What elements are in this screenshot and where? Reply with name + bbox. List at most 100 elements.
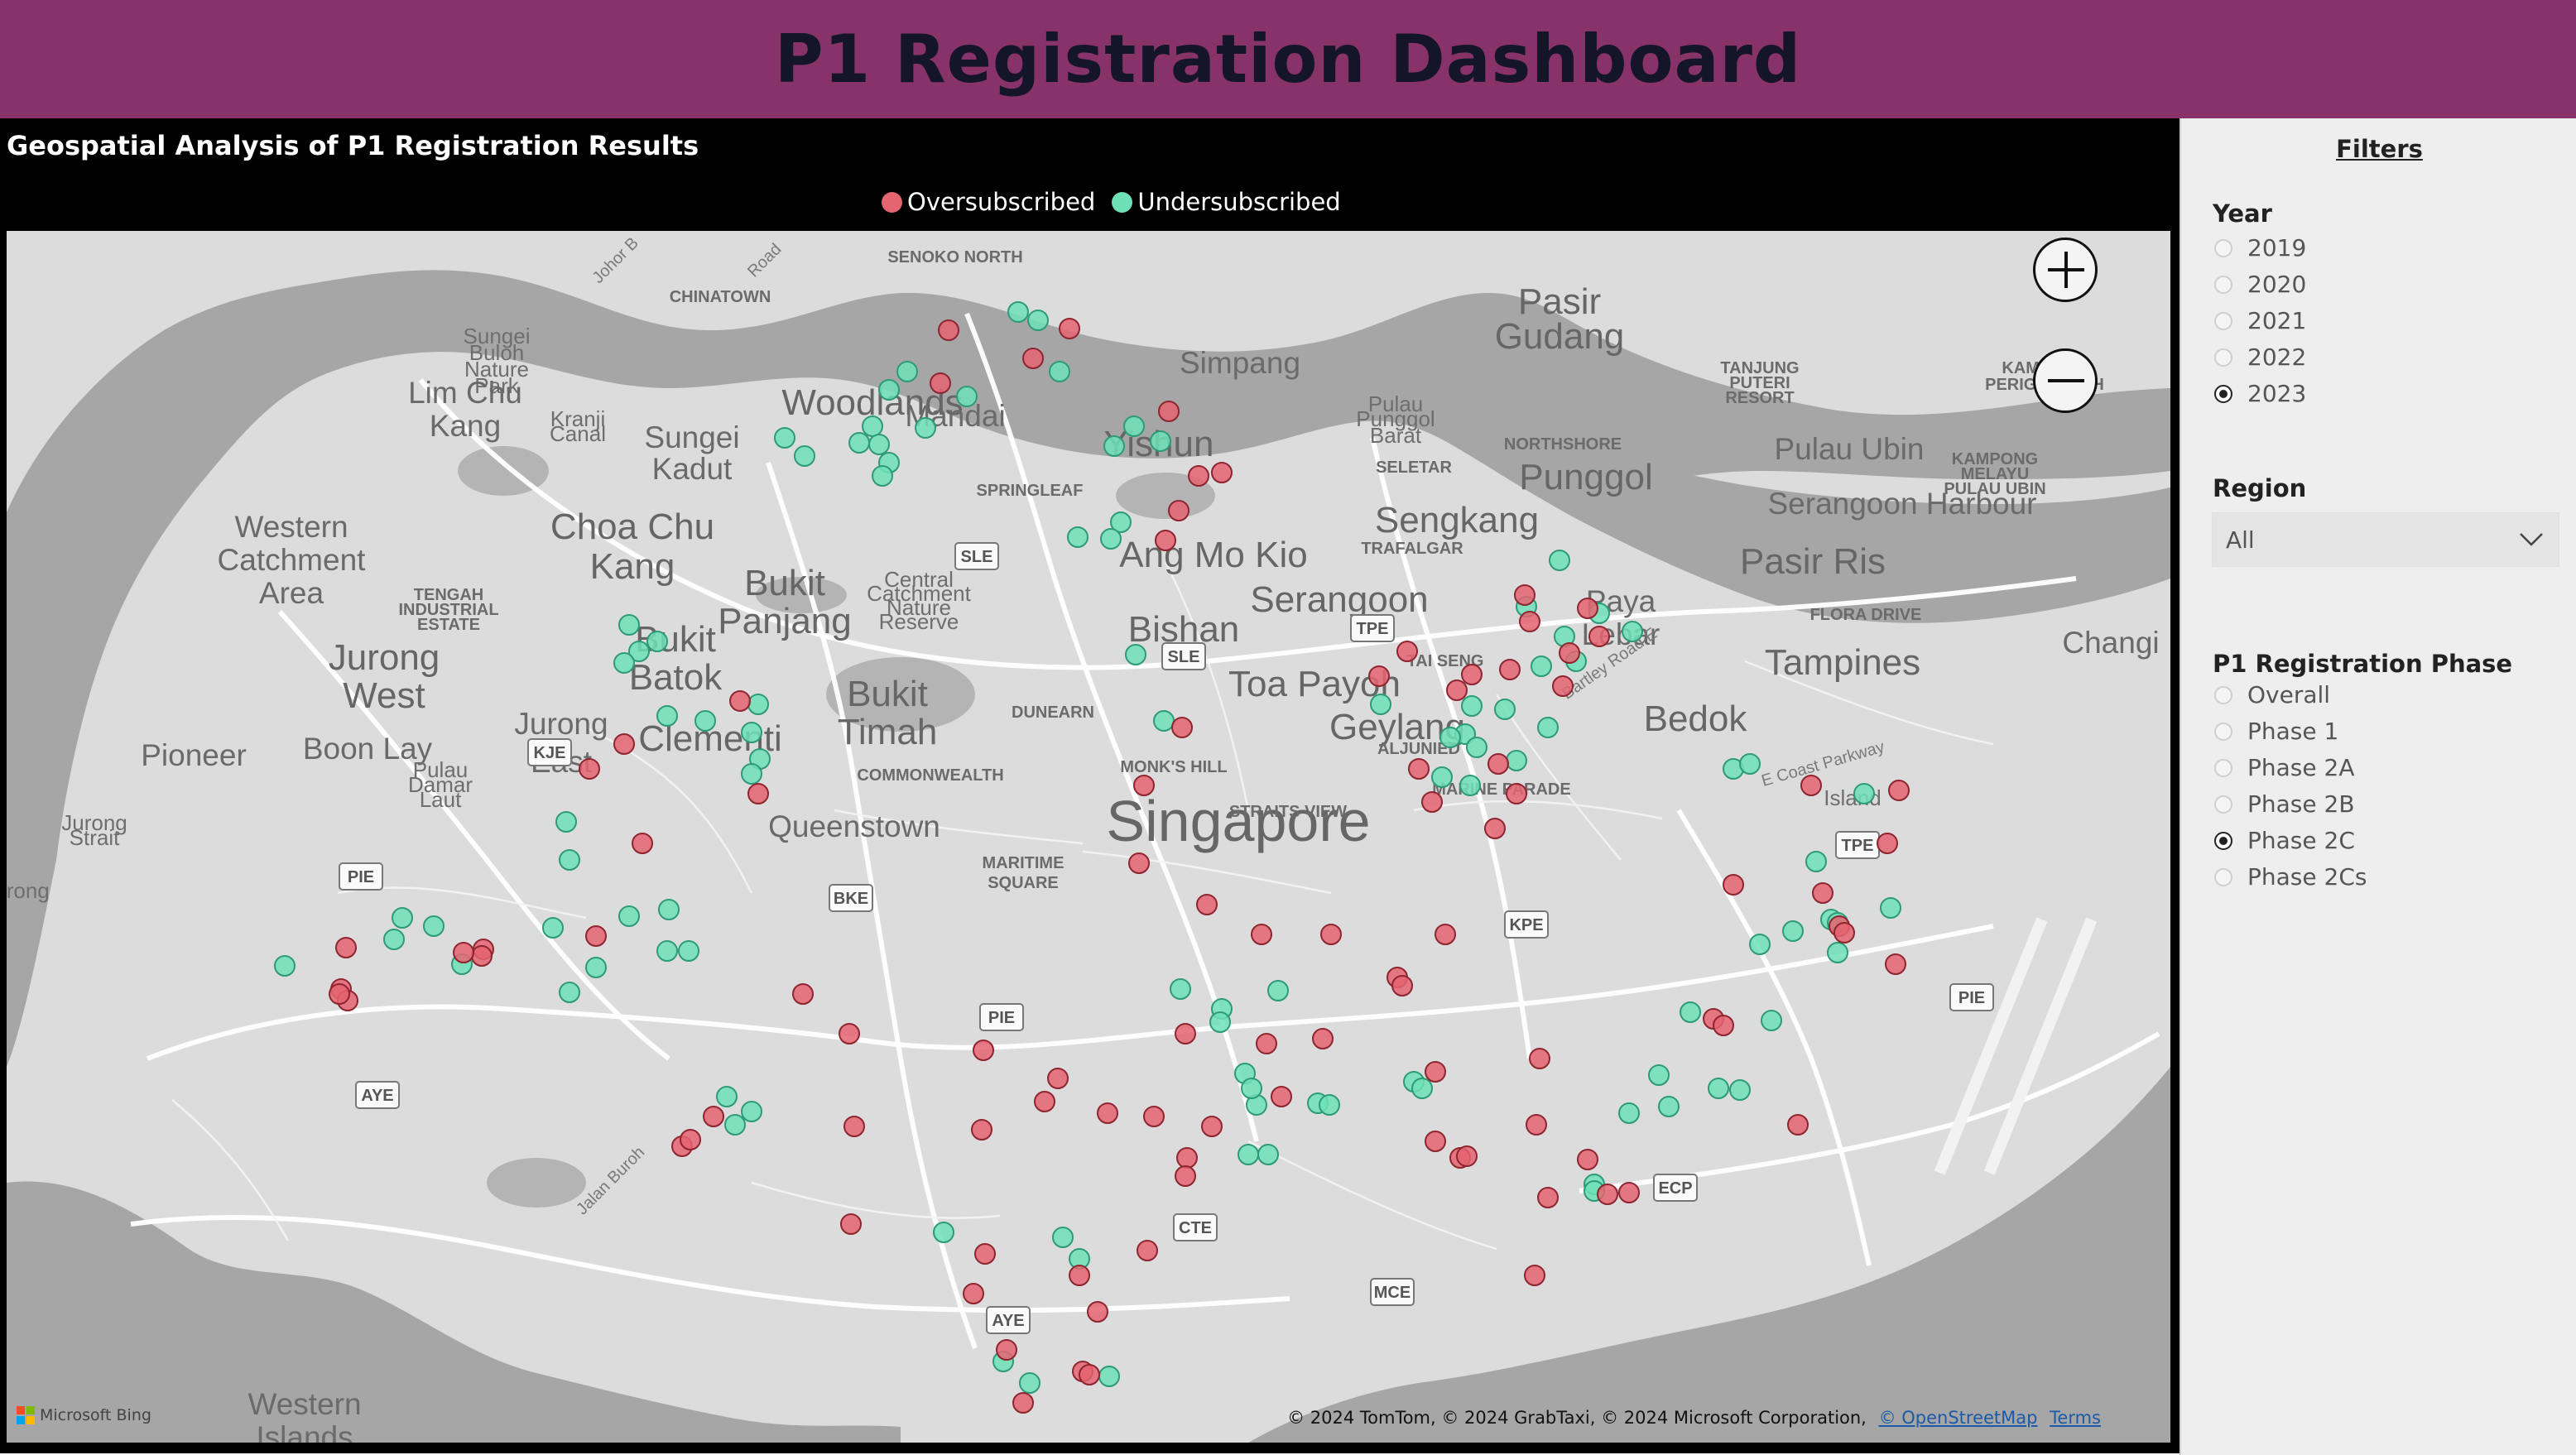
school-marker-oversubscribed[interactable] — [1012, 1392, 1034, 1414]
year-radio[interactable] — [2214, 384, 2232, 403]
school-marker-undersubscribed[interactable] — [1241, 1078, 1262, 1099]
school-marker-undersubscribed[interactable] — [1007, 301, 1029, 323]
school-marker-undersubscribed[interactable] — [956, 386, 978, 407]
school-marker-oversubscribed[interactable] — [1559, 642, 1580, 664]
school-marker-oversubscribed[interactable] — [471, 945, 493, 967]
year-radio[interactable] — [2214, 348, 2232, 367]
school-marker-oversubscribed[interactable] — [1435, 924, 1456, 945]
school-marker-undersubscribed[interactable] — [1052, 1227, 1074, 1248]
school-marker-undersubscribed[interactable] — [1531, 655, 1552, 677]
school-marker-oversubscribed[interactable] — [1079, 1364, 1100, 1385]
school-marker-oversubscribed[interactable] — [1588, 626, 1610, 647]
school-marker-oversubscribed[interactable] — [1618, 1182, 1640, 1203]
school-marker-undersubscribed[interactable] — [613, 652, 635, 674]
school-marker-oversubscribed[interactable] — [1524, 1265, 1545, 1286]
school-marker-oversubscribed[interactable] — [1059, 318, 1080, 339]
school-marker-oversubscribed[interactable] — [963, 1283, 984, 1304]
school-marker-oversubscribed[interactable] — [1812, 882, 1833, 904]
school-marker-oversubscribed[interactable] — [453, 942, 474, 963]
school-marker-undersubscribed[interactable] — [1123, 415, 1145, 437]
school-marker-oversubscribed[interactable] — [1487, 753, 1509, 775]
school-marker-oversubscribed[interactable] — [1368, 665, 1390, 687]
school-marker-undersubscribed[interactable] — [383, 929, 405, 950]
school-marker-oversubscribed[interactable] — [1175, 1165, 1196, 1187]
school-marker-oversubscribed[interactable] — [1787, 1114, 1809, 1136]
school-marker-oversubscribed[interactable] — [840, 1213, 862, 1235]
school-marker-oversubscribed[interactable] — [1391, 975, 1413, 996]
school-marker-undersubscribed[interactable] — [1549, 550, 1570, 571]
school-marker-oversubscribed[interactable] — [1034, 1091, 1055, 1112]
school-marker-undersubscribed[interactable] — [658, 899, 680, 920]
school-marker-oversubscribed[interactable] — [1176, 1147, 1198, 1169]
school-marker-undersubscribed[interactable] — [559, 982, 580, 1003]
school-marker-oversubscribed[interactable] — [632, 833, 653, 854]
school-marker-oversubscribed[interactable] — [1211, 462, 1233, 483]
school-marker-undersubscribed[interactable] — [1466, 737, 1487, 758]
school-marker-oversubscribed[interactable] — [792, 983, 814, 1005]
school-marker-oversubscribed[interactable] — [1484, 818, 1506, 839]
school-marker-oversubscribed[interactable] — [1188, 465, 1209, 487]
school-marker-undersubscribed[interactable] — [1459, 775, 1481, 796]
school-marker-undersubscribed[interactable] — [656, 705, 678, 727]
legend-item-oversubscribed[interactable]: Oversubscribed — [882, 188, 1095, 216]
school-marker-undersubscribed[interactable] — [656, 940, 678, 962]
school-marker-undersubscribed[interactable] — [1439, 727, 1461, 748]
school-marker-oversubscribed[interactable] — [1425, 1061, 1446, 1083]
school-marker-undersubscribed[interactable] — [1209, 1011, 1231, 1033]
school-marker-oversubscribed[interactable] — [1128, 852, 1150, 874]
school-marker-undersubscribed[interactable] — [724, 1114, 746, 1136]
school-marker-oversubscribed[interactable] — [1168, 500, 1189, 521]
school-marker-undersubscribed[interactable] — [646, 631, 668, 652]
school-marker-undersubscribed[interactable] — [933, 1222, 954, 1243]
school-marker-oversubscribed[interactable] — [579, 758, 600, 780]
school-marker-undersubscribed[interactable] — [559, 849, 580, 871]
phase-option[interactable]: Overall — [2214, 681, 2330, 708]
school-marker-oversubscribed[interactable] — [1251, 924, 1272, 945]
school-marker-oversubscribed[interactable] — [1885, 953, 1906, 975]
school-marker-undersubscribed[interactable] — [1880, 897, 1901, 919]
school-marker-undersubscribed[interactable] — [555, 811, 577, 833]
school-marker-undersubscribed[interactable] — [1537, 717, 1559, 738]
school-marker-oversubscribed[interactable] — [1271, 1086, 1292, 1107]
year-option[interactable]: 2022 — [2214, 343, 2306, 371]
school-marker-undersubscribed[interactable] — [542, 917, 564, 939]
school-marker-undersubscribed[interactable] — [794, 445, 815, 467]
school-marker-undersubscribed[interactable] — [1729, 1079, 1751, 1101]
school-marker-undersubscribed[interactable] — [868, 434, 890, 455]
school-marker-undersubscribed[interactable] — [1049, 361, 1070, 382]
school-marker-undersubscribed[interactable] — [1370, 694, 1391, 715]
school-marker-undersubscribed[interactable] — [423, 915, 445, 937]
school-marker-oversubscribed[interactable] — [1800, 775, 1822, 796]
school-marker-undersubscribed[interactable] — [1853, 783, 1875, 804]
school-marker-undersubscribed[interactable] — [618, 905, 640, 927]
school-marker-oversubscribed[interactable] — [1577, 598, 1598, 619]
school-marker-undersubscribed[interactable] — [1098, 1366, 1120, 1387]
school-marker-oversubscribed[interactable] — [1396, 641, 1418, 662]
school-marker-oversubscribed[interactable] — [996, 1339, 1017, 1361]
legend-item-undersubscribed[interactable]: Undersubscribed — [1112, 188, 1341, 216]
school-marker-oversubscribed[interactable] — [747, 783, 769, 804]
school-marker-undersubscribed[interactable] — [1805, 851, 1827, 872]
school-marker-undersubscribed[interactable] — [1153, 710, 1175, 732]
school-marker-undersubscribed[interactable] — [1761, 1010, 1782, 1031]
school-marker-oversubscribed[interactable] — [1312, 1028, 1334, 1049]
phase-radio[interactable] — [2214, 831, 2232, 850]
school-marker-undersubscribed[interactable] — [1658, 1096, 1680, 1117]
school-marker-undersubscribed[interactable] — [848, 432, 870, 454]
school-marker-undersubscribed[interactable] — [1411, 1078, 1433, 1099]
phase-radio[interactable] — [2214, 722, 2232, 741]
school-marker-undersubscribed[interactable] — [618, 614, 640, 636]
school-marker-oversubscribed[interactable] — [329, 983, 350, 1005]
school-marker-undersubscribed[interactable] — [585, 957, 607, 978]
school-marker-oversubscribed[interactable] — [971, 1119, 992, 1140]
school-marker-oversubscribed[interactable] — [1529, 1048, 1550, 1069]
school-marker-undersubscribed[interactable] — [716, 1086, 738, 1107]
school-marker-undersubscribed[interactable] — [747, 694, 769, 715]
openstreetmap-link[interactable]: © OpenStreetMap — [1879, 1408, 2038, 1428]
school-marker-undersubscribed[interactable] — [1461, 695, 1483, 717]
school-marker-oversubscribed[interactable] — [1526, 1114, 1547, 1136]
school-marker-oversubscribed[interactable] — [839, 1023, 860, 1044]
school-marker-undersubscribed[interactable] — [1431, 766, 1453, 788]
phase-radio[interactable] — [2214, 867, 2232, 886]
phase-option[interactable]: Phase 1 — [2214, 718, 2338, 745]
